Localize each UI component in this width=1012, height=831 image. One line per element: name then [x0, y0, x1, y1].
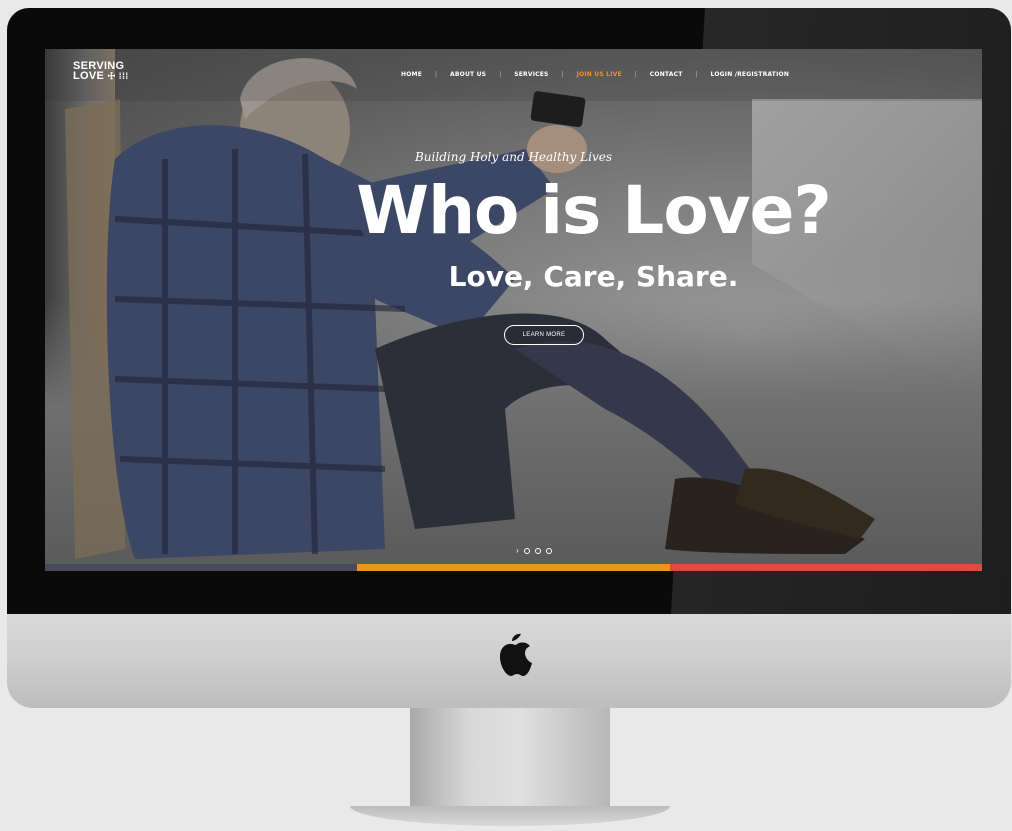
- nav-about-us[interactable]: ABOUT US: [437, 71, 499, 78]
- main-menu: HOME | ABOUT US | SERVICES | JOIN US LIV…: [388, 71, 802, 78]
- nav-services[interactable]: SERVICES: [501, 71, 561, 78]
- nav-contact[interactable]: CONTACT: [637, 71, 696, 78]
- learn-more-button[interactable]: LEARN MORE: [504, 325, 584, 345]
- accent-bar-slate: [45, 564, 358, 571]
- slider-dot[interactable]: [545, 547, 552, 554]
- top-navigation-bar: SERVING LOVE ☩ ⁞⁞⁞ HOME | ABOUT US | SER…: [45, 49, 982, 101]
- accent-bar-red: [669, 564, 982, 571]
- apple-logo-icon: [500, 633, 532, 676]
- imac-stand-base: [350, 806, 670, 826]
- hero-tagline: Building Holy and Healthy Lives: [414, 150, 612, 164]
- site-logo[interactable]: SERVING LOVE ☩ ⁞⁞⁞: [73, 61, 129, 82]
- nav-join-us-live[interactable]: JOIN US LIVE: [564, 71, 635, 78]
- slider-controls: ›: [516, 546, 552, 555]
- logo-line-2: LOVE: [73, 70, 105, 82]
- chevron-right-icon[interactable]: ›: [516, 546, 519, 555]
- slider-dot[interactable]: [523, 547, 530, 554]
- nav-home[interactable]: HOME: [388, 71, 435, 78]
- slider-dot[interactable]: [534, 547, 541, 554]
- hero-headline: Who is Love?: [356, 172, 831, 249]
- hero-subheadline: Love, Care, Share.: [448, 260, 739, 293]
- accent-color-bars: [45, 564, 982, 571]
- nav-login-registration[interactable]: LOGIN /REGISTRATION: [698, 71, 803, 78]
- accent-bar-orange: [357, 564, 670, 571]
- logo-mark: ☩ ⁞⁞⁞: [107, 71, 129, 81]
- hero-photo-man: [65, 58, 875, 559]
- logo-line-2-wrap: LOVE ☩ ⁞⁞⁞: [73, 70, 129, 82]
- imac-stand: [410, 708, 610, 808]
- website-screen: SERVING LOVE ☩ ⁞⁞⁞ HOME | ABOUT US | SER…: [45, 49, 982, 571]
